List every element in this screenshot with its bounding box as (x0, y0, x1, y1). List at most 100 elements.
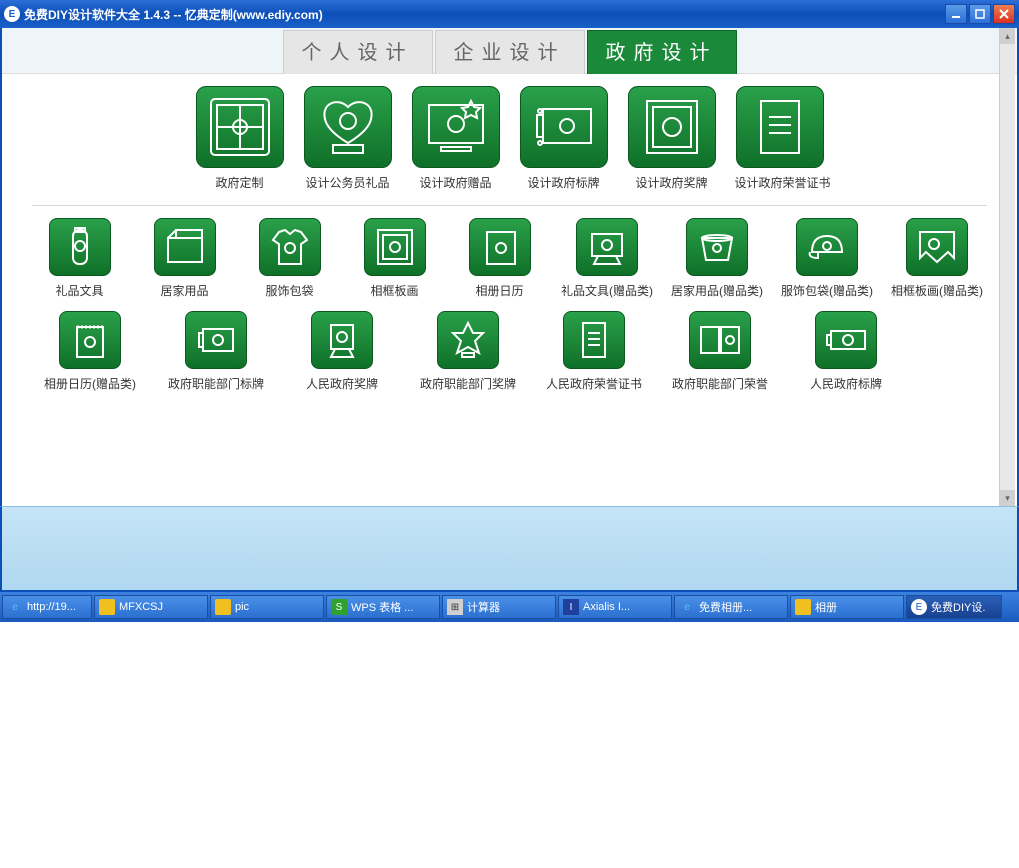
item-label: 人民政府荣誉证书 (540, 375, 648, 392)
sign-plaque-icon (520, 86, 608, 168)
item-gov-gift[interactable]: 设计政府赠品 (411, 86, 501, 191)
tab-enterprise-design[interactable]: 企业设计 (435, 30, 585, 74)
item-label: 服饰包袋(赠品类) (781, 282, 873, 299)
item-household-gift[interactable]: 居家用品(赠品类) (671, 218, 763, 299)
notebook-icon (469, 218, 531, 276)
tab-government-design[interactable]: 政府设计 (587, 30, 737, 74)
ie-icon: e (679, 599, 695, 615)
item-label: 设计政府标牌 (519, 174, 609, 191)
app-icon: E (911, 599, 927, 615)
taskbar-item-calc[interactable]: ⊞ 计算器 (442, 595, 556, 619)
category-row-1: 礼品文具 居家用品 服饰包袋 相框板画 相册日历 礼品文具(赠品类) (32, 218, 987, 311)
item-gov-medal[interactable]: 设计政府奖牌 (627, 86, 717, 191)
taskbar-item-http[interactable]: e http://19... (2, 595, 92, 619)
taskbar-label: WPS 表格 ... (351, 599, 413, 615)
folder-icon (795, 599, 811, 615)
ie-icon: e (7, 599, 23, 615)
item-gov-certificate[interactable]: 设计政府荣誉证书 (735, 86, 825, 191)
item-album-calendar[interactable]: 相册日历 (456, 218, 543, 299)
frame-icon (364, 218, 426, 276)
item-household[interactable]: 居家用品 (141, 218, 228, 299)
tshirt-icon (259, 218, 321, 276)
cap-icon (796, 218, 858, 276)
footer-band (0, 506, 1019, 592)
monitor-star-icon (412, 86, 500, 168)
item-frame-gift[interactable]: 相框板画(赠品类) (891, 218, 983, 299)
tab-personal-design[interactable]: 个人设计 (283, 30, 433, 74)
item-label: 居家用品 (141, 282, 228, 299)
item-label: 政府职能部门奖牌 (414, 375, 522, 392)
banner-frame-icon (906, 218, 968, 276)
item-people-gov-cert[interactable]: 人民政府荣誉证书 (540, 311, 648, 392)
item-label: 设计政府奖牌 (627, 174, 717, 191)
taskbar-label: 免费DIY设. (931, 599, 985, 615)
item-label: 礼品文具 (36, 282, 123, 299)
main-tabs: 个人设计 企业设计 政府设计 (2, 28, 1017, 74)
item-label: 相框板画(赠品类) (891, 282, 983, 299)
item-dept-medal[interactable]: 政府职能部门奖牌 (414, 311, 522, 392)
scroll-up-icon[interactable]: ▴ (1000, 28, 1015, 44)
item-label: 相框板画 (351, 282, 438, 299)
heart-trophy-icon (304, 86, 392, 168)
taskbar-item-mfxcsj[interactable]: MFXCSJ (94, 595, 208, 619)
item-label: 政府职能部门标牌 (162, 375, 270, 392)
item-dept-honor[interactable]: 政府职能部门荣誉 (666, 311, 774, 392)
item-stationery-gift[interactable]: 礼品文具(赠品类) (561, 218, 653, 299)
item-clothing[interactable]: 服饰包袋 (246, 218, 333, 299)
taskbar-label: http://19... (27, 601, 76, 613)
item-label: 服饰包袋 (246, 282, 333, 299)
app-icon: E (4, 6, 20, 22)
dept-sign-icon (185, 311, 247, 369)
framed-medal-icon (628, 86, 716, 168)
item-dept-sign[interactable]: 政府职能部门标牌 (162, 311, 270, 392)
item-label: 相册日历 (456, 282, 543, 299)
item-stationery[interactable]: 礼品文具 (36, 218, 123, 299)
desk-plaque-icon (576, 218, 638, 276)
item-label: 设计政府荣誉证书 (735, 174, 825, 191)
taskbar-label: pic (235, 601, 249, 613)
item-album-calendar-gift[interactable]: 相册日历(赠品类) (36, 311, 144, 392)
window-title: 免费DIY设计软件大全 1.4.3 -- 忆典定制(www.ediy.com) (24, 6, 943, 23)
featured-row: 政府定制 设计公务员礼品 设计政府赠品 设计政府标牌 (32, 86, 987, 206)
taskbar-item-pic[interactable]: pic (210, 595, 324, 619)
close-button[interactable] (993, 4, 1015, 24)
app-content: 个人设计 企业设计 政府设计 政府定制 设计公务员礼品 设 (0, 28, 1019, 506)
taskbar-item-album-folder[interactable]: 相册 (790, 595, 904, 619)
certificate-icon (736, 86, 824, 168)
wps-icon: S (331, 599, 347, 615)
item-people-gov-medal[interactable]: 人民政府奖牌 (288, 311, 396, 392)
spiral-notebook-icon (59, 311, 121, 369)
wide-sign-icon (815, 311, 877, 369)
seal-icon (196, 86, 284, 168)
star-trophy-icon (437, 311, 499, 369)
item-people-gov-sign[interactable]: 人民政府标牌 (792, 311, 900, 392)
folder-icon (99, 599, 115, 615)
item-civil-servant-gift[interactable]: 设计公务员礼品 (303, 86, 393, 191)
item-label: 相册日历(赠品类) (36, 375, 144, 392)
minimize-button[interactable] (945, 4, 967, 24)
item-label: 人民政府奖牌 (288, 375, 396, 392)
scroll-down-icon[interactable]: ▾ (1000, 490, 1015, 506)
taskbar-item-wps[interactable]: S WPS 表格 ... (326, 595, 440, 619)
taskbar-item-free-album[interactable]: e 免费相册... (674, 595, 788, 619)
item-label: 礼品文具(赠品类) (561, 282, 653, 299)
item-frame[interactable]: 相框板画 (351, 218, 438, 299)
open-book-icon (689, 311, 751, 369)
item-label: 政府定制 (195, 174, 285, 191)
bottle-icon (49, 218, 111, 276)
scrollbar[interactable]: ▴ ▾ (999, 28, 1015, 506)
taskbar-label: 免费相册... (699, 599, 752, 615)
taskbar-item-axialis[interactable]: I Axialis I... (558, 595, 672, 619)
taskbar-item-current-app[interactable]: E 免费DIY设. (906, 595, 1002, 619)
box-icon (154, 218, 216, 276)
calc-icon: ⊞ (447, 599, 463, 615)
small-cert-icon (563, 311, 625, 369)
item-gov-sign[interactable]: 设计政府标牌 (519, 86, 609, 191)
container-icon (686, 218, 748, 276)
item-gov-custom[interactable]: 政府定制 (195, 86, 285, 191)
taskbar-label: Axialis I... (583, 601, 630, 613)
item-clothing-gift[interactable]: 服饰包袋(赠品类) (781, 218, 873, 299)
taskbar-label: MFXCSJ (119, 601, 163, 613)
folder-icon (215, 599, 231, 615)
maximize-button[interactable] (969, 4, 991, 24)
